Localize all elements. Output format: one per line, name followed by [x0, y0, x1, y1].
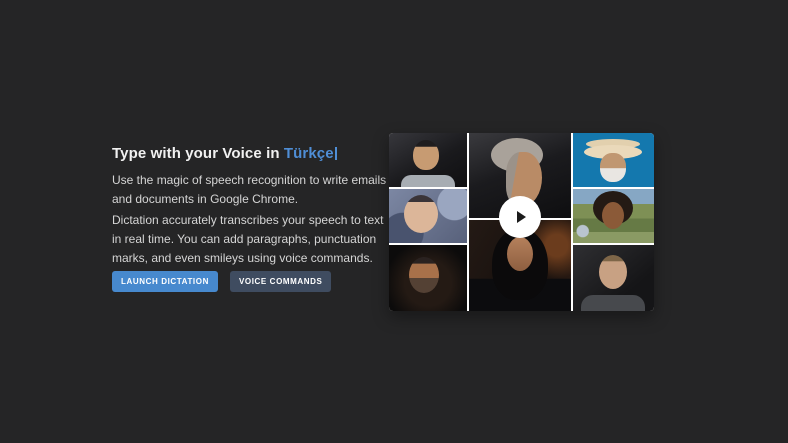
video-thumbnail[interactable]	[389, 133, 654, 311]
asian-man-portrait	[389, 133, 467, 187]
thumbnail-column-left	[389, 133, 467, 311]
headscarf-woman-portrait	[389, 189, 467, 243]
man-with-hat-sunglasses-portrait	[573, 133, 654, 187]
text-caret	[334, 147, 337, 160]
hoodie-man-portrait	[573, 245, 654, 311]
title-language: Türkçe	[283, 145, 334, 162]
thumbnail-column-right	[573, 133, 654, 311]
voice-commands-button[interactable]: VOICE COMMANDS	[229, 271, 332, 292]
curly-hair-woman-portrait	[573, 189, 654, 243]
play-button[interactable]	[499, 196, 541, 238]
title-prefix: Type with your Voice in	[112, 145, 284, 162]
intro-paragraph: Use the magic of speech recognition to w…	[112, 173, 387, 206]
page-title: Type with your Voice in Türkçe	[112, 145, 412, 162]
dictation-hero-page: Type with your Voice in Türkçe Use the m…	[0, 0, 788, 443]
launch-dictation-button[interactable]: LAUNCH DICTATION	[112, 271, 218, 292]
smiling-bearded-man-portrait	[389, 245, 467, 311]
action-buttons: LAUNCH DICTATION VOICE COMMANDS	[112, 271, 332, 292]
description-paragraph: Dictation accurately transcribes your sp…	[112, 213, 384, 265]
play-icon	[517, 211, 526, 223]
